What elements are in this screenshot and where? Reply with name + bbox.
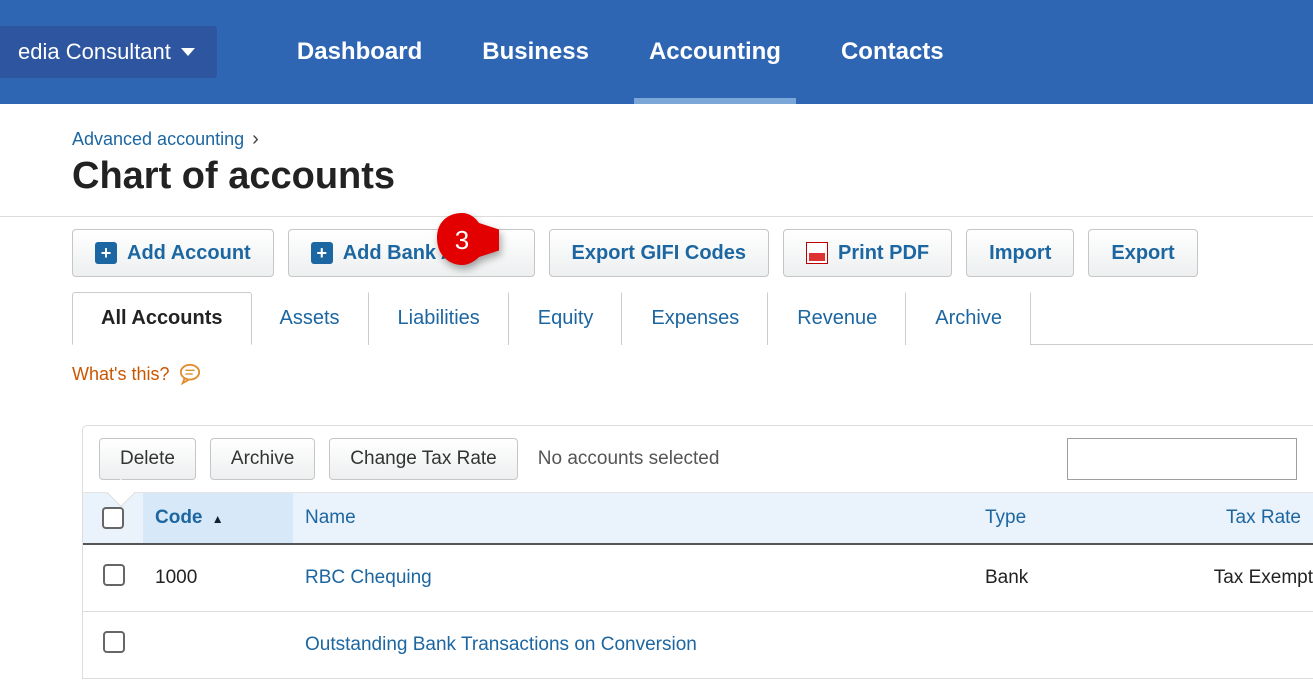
tab-assets[interactable]: Assets (252, 292, 369, 345)
export-button[interactable]: Export (1088, 229, 1197, 277)
tab-archive[interactable]: Archive (906, 292, 1031, 345)
nav-dashboard[interactable]: Dashboard (267, 0, 452, 104)
table-row: 1000 RBC Chequing Bank Tax Exempt (83, 544, 1313, 612)
archive-button[interactable]: Archive (210, 438, 315, 480)
export-gifi-button[interactable]: Export GIFI Codes (549, 229, 769, 277)
col-code-label: Code (155, 507, 203, 528)
add-account-label: Add Account (127, 242, 251, 265)
tab-equity[interactable]: Equity (509, 292, 623, 345)
tab-all-accounts[interactable]: All Accounts (72, 292, 252, 345)
nav-business[interactable]: Business (452, 0, 619, 104)
nav-accounting[interactable]: Accounting (619, 0, 811, 104)
cell-code (143, 612, 293, 679)
page-title: Chart of accounts (72, 155, 1313, 198)
tab-liabilities[interactable]: Liabilities (369, 292, 509, 345)
row-checkbox[interactable] (103, 564, 125, 586)
col-type[interactable]: Type (973, 493, 1153, 544)
table-row: Outstanding Bank Transactions on Convers… (83, 612, 1313, 679)
whats-this-label: What's this? (72, 364, 169, 385)
selection-status: No accounts selected (538, 448, 720, 470)
row-checkbox[interactable] (103, 631, 125, 653)
sort-asc-icon: ▲ (212, 512, 224, 526)
cell-type (973, 612, 1153, 679)
cell-name[interactable]: Outstanding Bank Transactions on Convers… (293, 612, 973, 679)
org-name: edia Consultant (18, 39, 171, 65)
plus-icon: + (311, 242, 333, 264)
cell-tax-rate (1153, 612, 1313, 679)
top-navbar: edia Consultant Dashboard Business Accou… (0, 0, 1313, 104)
pdf-icon (806, 242, 828, 264)
org-switcher[interactable]: edia Consultant (0, 26, 217, 78)
import-label: Import (989, 242, 1051, 265)
print-pdf-label: Print PDF (838, 242, 929, 265)
caret-down-icon (181, 48, 195, 56)
primary-toolbar: + Add Account + Add Bank Acc Export GIFI… (0, 217, 1313, 291)
add-account-button[interactable]: + Add Account (72, 229, 274, 277)
import-button[interactable]: Import (966, 229, 1074, 277)
cell-tax-rate: Tax Exempt (1153, 544, 1313, 612)
breadcrumb-text: Advanced accounting (72, 129, 244, 150)
page-header: Advanced accounting › Chart of accounts (0, 104, 1313, 217)
whats-this-link[interactable]: What's this? (72, 363, 1313, 385)
table-toolbar: Delete Archive Change Tax Rate No accoun… (83, 426, 1313, 493)
change-tax-rate-button[interactable]: Change Tax Rate (329, 438, 517, 480)
breadcrumb[interactable]: Advanced accounting › (72, 128, 1313, 151)
cell-name[interactable]: RBC Chequing (293, 544, 973, 612)
account-tabs: All Accounts Assets Liabilities Equity E… (72, 291, 1313, 345)
col-code[interactable]: Code ▲ (143, 493, 293, 544)
nav-contacts[interactable]: Contacts (811, 0, 974, 104)
select-all-checkbox[interactable] (102, 507, 124, 529)
export-label: Export (1111, 242, 1174, 265)
chevron-right-icon: › (252, 128, 259, 151)
search-input[interactable] (1067, 438, 1297, 480)
add-bank-label: Add Bank Acc (343, 242, 478, 265)
cell-code: 1000 (143, 544, 293, 612)
cell-type: Bank (973, 544, 1153, 612)
main-nav: Dashboard Business Accounting Contacts (267, 0, 974, 104)
export-gifi-label: Export GIFI Codes (572, 242, 746, 265)
tab-expenses[interactable]: Expenses (622, 292, 768, 345)
add-bank-account-button[interactable]: + Add Bank Acc (288, 229, 535, 277)
delete-button[interactable]: Delete (99, 438, 196, 480)
tab-revenue[interactable]: Revenue (768, 292, 906, 345)
accounts-table: Code ▲ Name Type Tax Rate 1000 RBC Chequ… (83, 493, 1313, 679)
accounts-table-wrap: Delete Archive Change Tax Rate No accoun… (82, 425, 1313, 679)
print-pdf-button[interactable]: Print PDF (783, 229, 952, 277)
col-tax-rate[interactable]: Tax Rate (1153, 493, 1313, 544)
plus-icon: + (95, 242, 117, 264)
col-name[interactable]: Name (293, 493, 973, 544)
chat-icon (179, 363, 201, 385)
